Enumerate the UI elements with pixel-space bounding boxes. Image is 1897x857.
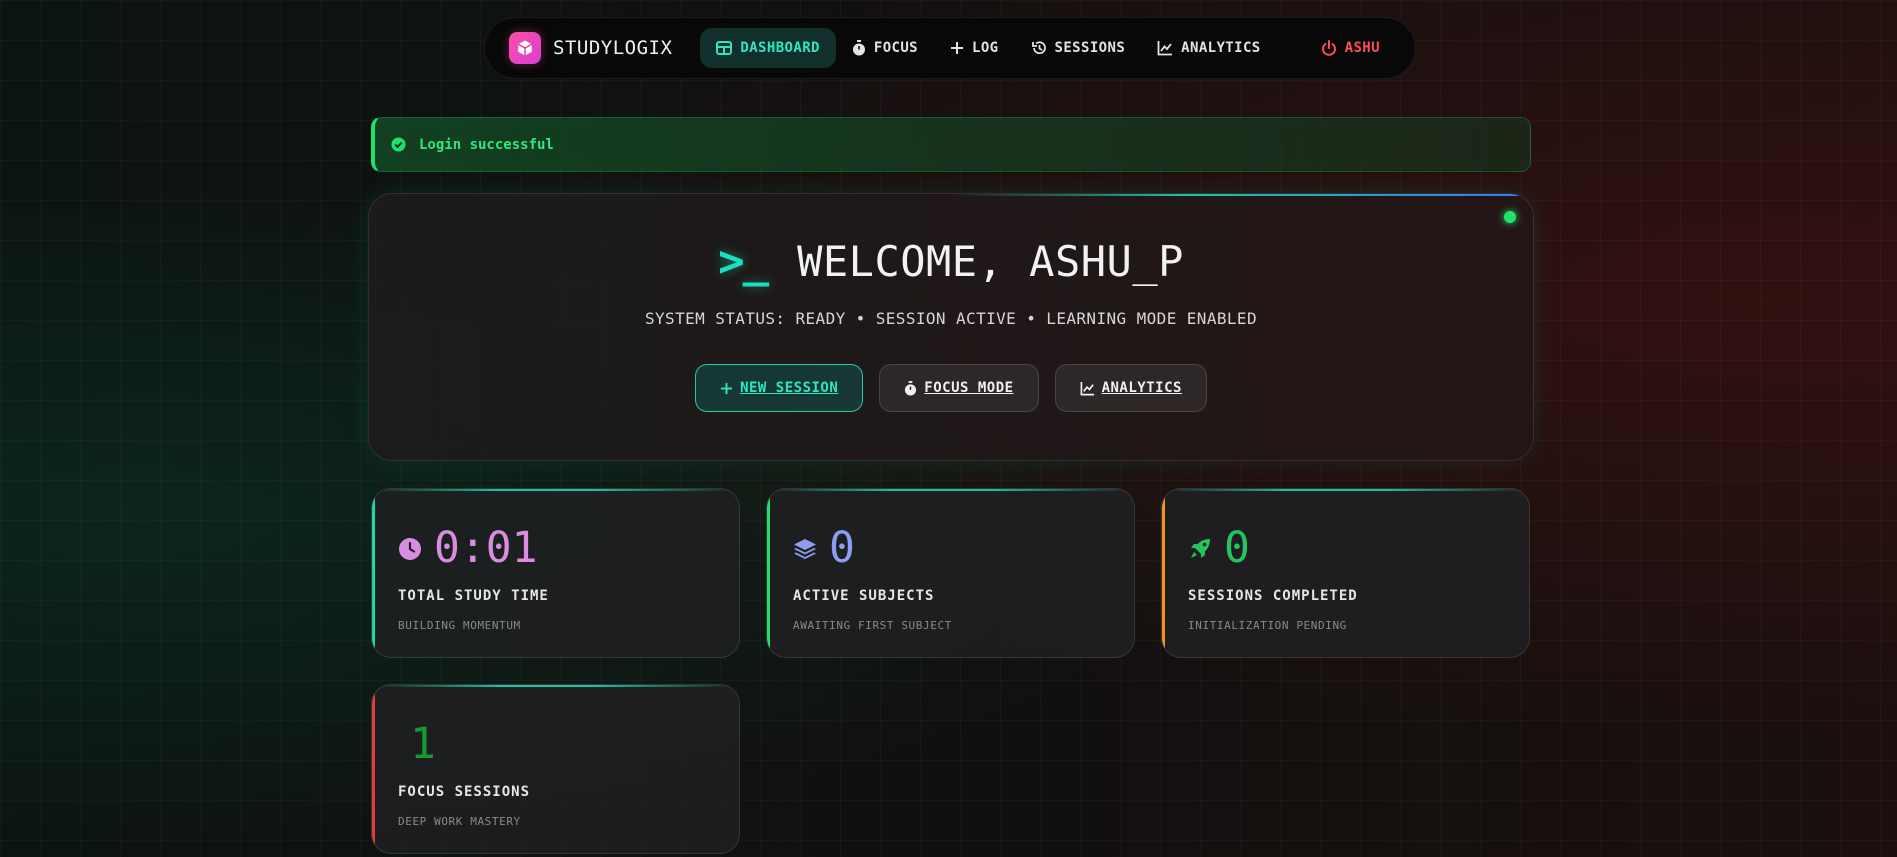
nav-dashboard[interactable]: DASHBOARD — [700, 28, 836, 68]
welcome-heading: >_ WELCOME, ASHU_P — [369, 236, 1533, 287]
analytics-label: ANALYTICS — [1101, 380, 1182, 396]
layers-icon — [794, 538, 816, 559]
stat-value: 0 — [829, 523, 855, 573]
user-name: ASHU — [1344, 40, 1380, 56]
nav-dashboard-label: DASHBOARD — [740, 40, 820, 56]
stat-card-active-subjects: 0 ACTIVE SUBJECTS AWAITING FIRST SUBJECT — [766, 488, 1135, 658]
top-nav: STUDYLOGIX DASHBOARD FOCUS LOG SESSIONS — [484, 17, 1416, 79]
nav-focus[interactable]: FOCUS — [836, 28, 934, 68]
welcome-card: >_ WELCOME, ASHU_P SYSTEM STATUS: READY … — [368, 193, 1534, 461]
stat-value: 1 — [410, 719, 436, 769]
stat-card-sessions-completed: 0 SESSIONS COMPLETED INITIALIZATION PEND… — [1161, 488, 1530, 658]
card-glow-line — [1162, 489, 1529, 491]
status-indicator — [1504, 211, 1516, 223]
stat-card-study-time: 0:01 TOTAL STUDY TIME BUILDING MOMENTUM — [371, 488, 740, 658]
stopwatch-icon — [852, 40, 865, 56]
terminal-prompt-icon: >_ — [718, 236, 769, 287]
stat-description: INITIALIZATION PENDING — [1188, 619, 1347, 632]
nav-log[interactable]: LOG — [934, 28, 1015, 68]
clock-icon — [399, 537, 421, 560]
system-status: SYSTEM STATUS: READY • SESSION ACTIVE • … — [644, 309, 1257, 328]
plus-icon — [951, 42, 964, 54]
toast-message: Login successful — [419, 136, 554, 153]
stat-value: 0:01 — [434, 523, 538, 573]
stat-value: 0 — [1224, 523, 1250, 573]
focus-mode-button[interactable]: FOCUS MODE — [879, 364, 1039, 412]
nav-focus-label: FOCUS — [873, 40, 919, 56]
cube-icon — [509, 32, 541, 64]
nav-analytics-label: ANALYTICS — [1181, 40, 1261, 56]
stat-card-focus-sessions: 1 FOCUS SESSIONS DEEP WORK MASTERY — [371, 684, 740, 854]
nav-sessions-label: SESSIONS — [1054, 40, 1126, 56]
chart-line-icon — [1157, 41, 1173, 56]
nav-log-label: LOG — [972, 40, 999, 56]
nav-analytics[interactable]: ANALYTICS — [1141, 28, 1276, 68]
stat-label: TOTAL STUDY TIME — [398, 588, 549, 604]
focus-mode-label: FOCUS MODE — [924, 380, 1014, 396]
brand[interactable]: STUDYLOGIX — [509, 32, 672, 64]
stat-description: BUILDING MOMENTUM — [398, 619, 521, 632]
card-accent-bar — [372, 685, 375, 853]
nav-sessions[interactable]: SESSIONS — [1015, 28, 1142, 68]
new-session-button[interactable]: NEW SESSION — [695, 364, 864, 412]
check-circle-icon — [391, 137, 406, 152]
rocket-icon — [1191, 538, 1210, 558]
analytics-button[interactable]: ANALYTICS — [1054, 364, 1207, 412]
dashboard-icon — [716, 41, 733, 55]
power-icon — [1321, 40, 1336, 56]
new-session-label: NEW SESSION — [740, 380, 839, 396]
stat-label: ACTIVE SUBJECTS — [793, 588, 935, 604]
logout-button[interactable]: ASHU — [1305, 28, 1396, 68]
card-glow-line — [767, 489, 1134, 491]
stat-label: SESSIONS COMPLETED — [1188, 588, 1358, 604]
card-glow-line — [372, 685, 739, 687]
card-accent-bar — [372, 489, 375, 657]
quick-actions: NEW SESSION FOCUS MODE ANALYTICS — [369, 364, 1533, 412]
login-toast: Login successful — [371, 117, 1531, 172]
stopwatch-icon — [905, 380, 917, 395]
stat-label: FOCUS SESSIONS — [398, 784, 531, 800]
card-accent-bar — [1162, 489, 1165, 657]
brand-name: STUDYLOGIX — [553, 37, 673, 59]
card-accent-bar — [767, 489, 770, 657]
welcome-title: WELCOME, ASHU_P — [797, 237, 1184, 286]
card-glow-line — [372, 489, 739, 491]
plus-icon — [720, 382, 733, 394]
history-icon — [1031, 41, 1046, 55]
welcome-glow-line — [951, 194, 1533, 196]
stat-description: AWAITING FIRST SUBJECT — [793, 619, 952, 632]
chart-line-icon — [1080, 381, 1094, 395]
stat-description: DEEP WORK MASTERY — [398, 815, 521, 828]
